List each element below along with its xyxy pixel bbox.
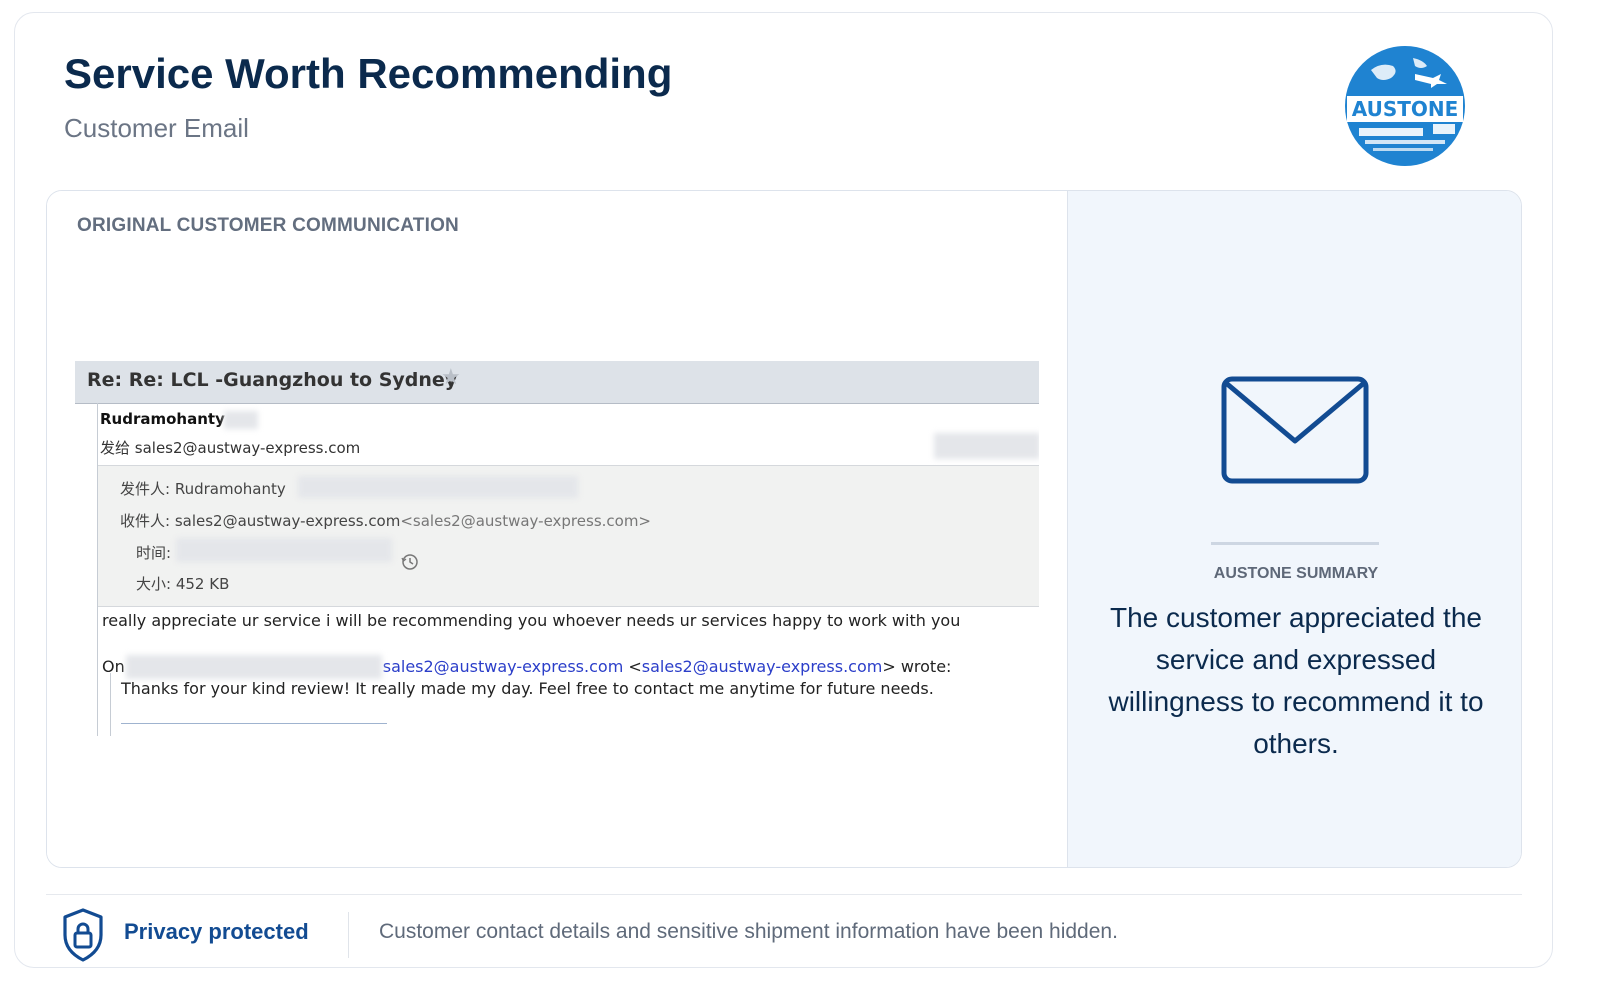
redacted-block	[176, 538, 392, 562]
recipient-line: 发给 sales2@austway-express.com	[100, 439, 361, 457]
envelope-icon	[1221, 376, 1369, 484]
meta-size-label: 大小:	[136, 575, 172, 593]
austone-logo-icon: AUSTONE	[1345, 46, 1465, 166]
meta-to: 收件人: sales2@austway-express.com<sales2@a…	[120, 510, 651, 531]
history-icon[interactable]	[400, 552, 420, 572]
content-panel: ORIGINAL CUSTOMER COMMUNICATION Re: Re: …	[46, 190, 1522, 868]
sender-name: Rudramohanty	[100, 410, 225, 428]
meta-time: 时间:	[136, 542, 171, 563]
shield-lock-icon	[63, 908, 103, 962]
redacted-block	[298, 476, 578, 498]
meta-from-value: Rudramohanty	[174, 480, 286, 498]
quoted-reply: Thanks for your kind review! It really m…	[110, 673, 1011, 736]
redacted-block	[934, 433, 1039, 459]
quote-divider	[121, 723, 387, 724]
section-label: ORIGINAL CUSTOMER COMMUNICATION	[77, 215, 459, 236]
meta-size: 大小: 452 KB	[136, 573, 229, 594]
privacy-label: Privacy protected	[124, 919, 309, 944]
email-message: really appreciate ur service i will be r…	[102, 611, 961, 630]
meta-from: 发件人: Rudramohanty	[120, 478, 286, 499]
meta-to-value: sales2@austway-express.com	[174, 512, 401, 530]
summary-label: AUSTONE SUMMARY	[1213, 565, 1379, 582]
quoted-text: Thanks for your kind review! It really m…	[121, 679, 934, 698]
email-body: Rudramohanty 发给 sales2@austway-express.c…	[97, 403, 1039, 736]
email-subject-bar: Re: Re: LCL -Guangzhou to Sydney ★	[75, 361, 1039, 404]
summary-text: The customer appreciated the service and…	[1108, 602, 1484, 759]
page-subtitle: Customer Email	[64, 113, 249, 143]
footer-separator	[348, 912, 349, 958]
summary-divider	[1211, 542, 1379, 545]
original-communication-panel: ORIGINAL CUSTOMER COMMUNICATION Re: Re: …	[47, 191, 1067, 867]
star-icon[interactable]: ★	[441, 365, 461, 390]
meta-to-bracket: <sales2@austway-express.com>	[400, 512, 652, 530]
meta-to-label: 收件人:	[120, 512, 171, 530]
email-meta-box: 发件人: Rudramohanty 收件人: sales2@austway-ex…	[98, 465, 1039, 607]
redacted-block	[224, 411, 258, 429]
svg-text:AUSTONE: AUSTONE	[1352, 97, 1459, 121]
meta-time-label: 时间:	[136, 544, 172, 562]
email-screenshot: Re: Re: LCL -Guangzhou to Sydney ★ Rudra…	[75, 361, 1039, 736]
footer-divider	[46, 894, 1522, 895]
privacy-note: Customer contact details and sensitive s…	[379, 920, 1118, 943]
summary-panel: AUSTONE SUMMARY The customer appreciated…	[1067, 191, 1521, 867]
page-title: Service Worth Recommending	[64, 50, 673, 97]
email-subject: Re: Re: LCL -Guangzhou to Sydney	[87, 369, 458, 391]
meta-from-label: 发件人:	[120, 480, 171, 498]
meta-size-value: 452 KB	[175, 575, 230, 593]
